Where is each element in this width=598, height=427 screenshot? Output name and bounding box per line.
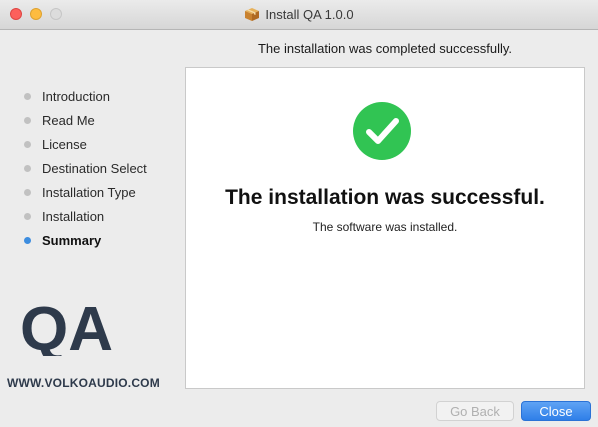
sidebar: Introduction Read Me License Destination… (0, 66, 180, 396)
window-title-group: Install QA 1.0.0 (0, 7, 598, 25)
step-installation-type: Installation Type (24, 185, 147, 209)
close-button[interactable]: Close (521, 401, 591, 421)
step-bullet-icon (24, 117, 31, 124)
step-bullet-icon (24, 93, 31, 100)
status-heading: The installation was completed successfu… (257, 41, 513, 56)
step-bullet-icon (24, 165, 31, 172)
logo-text: QA (20, 300, 113, 356)
step-list: Introduction Read Me License Destination… (24, 89, 147, 257)
step-label: Destination Select (42, 161, 147, 176)
go-back-button[interactable]: Go Back (436, 401, 514, 421)
step-bullet-icon (24, 141, 31, 148)
step-label: Installation (42, 209, 105, 224)
step-installation: Installation (24, 209, 147, 233)
summary-panel: The installation was successful. The sof… (185, 67, 585, 389)
step-destination-select: Destination Select (24, 161, 147, 185)
step-summary: Summary (24, 233, 147, 257)
step-read-me: Read Me (24, 113, 147, 137)
step-label: Installation Type (42, 185, 136, 200)
step-label: Read Me (42, 113, 95, 128)
package-icon (244, 7, 260, 25)
step-introduction: Introduction (24, 89, 147, 113)
step-license: License (24, 137, 147, 161)
step-bullet-icon (24, 189, 31, 196)
logo-url: WWW.VOLKOAUDIO.COM (7, 376, 160, 390)
success-title: The installation was successful. (225, 186, 545, 209)
window-title: Install QA 1.0.0 (265, 7, 354, 22)
qa-logo: QA (20, 295, 150, 364)
installer-window: Install QA 1.0.0 The installation was co… (0, 0, 598, 427)
success-check-icon (352, 101, 412, 161)
success-subtitle: The software was installed. (312, 220, 458, 234)
step-label: Introduction (42, 89, 110, 104)
active-step-bullet-icon (24, 237, 31, 244)
step-label: License (42, 137, 87, 152)
title-bar[interactable]: Install QA 1.0.0 (0, 0, 598, 30)
step-bullet-icon (24, 213, 31, 220)
step-label: Summary (42, 233, 102, 248)
